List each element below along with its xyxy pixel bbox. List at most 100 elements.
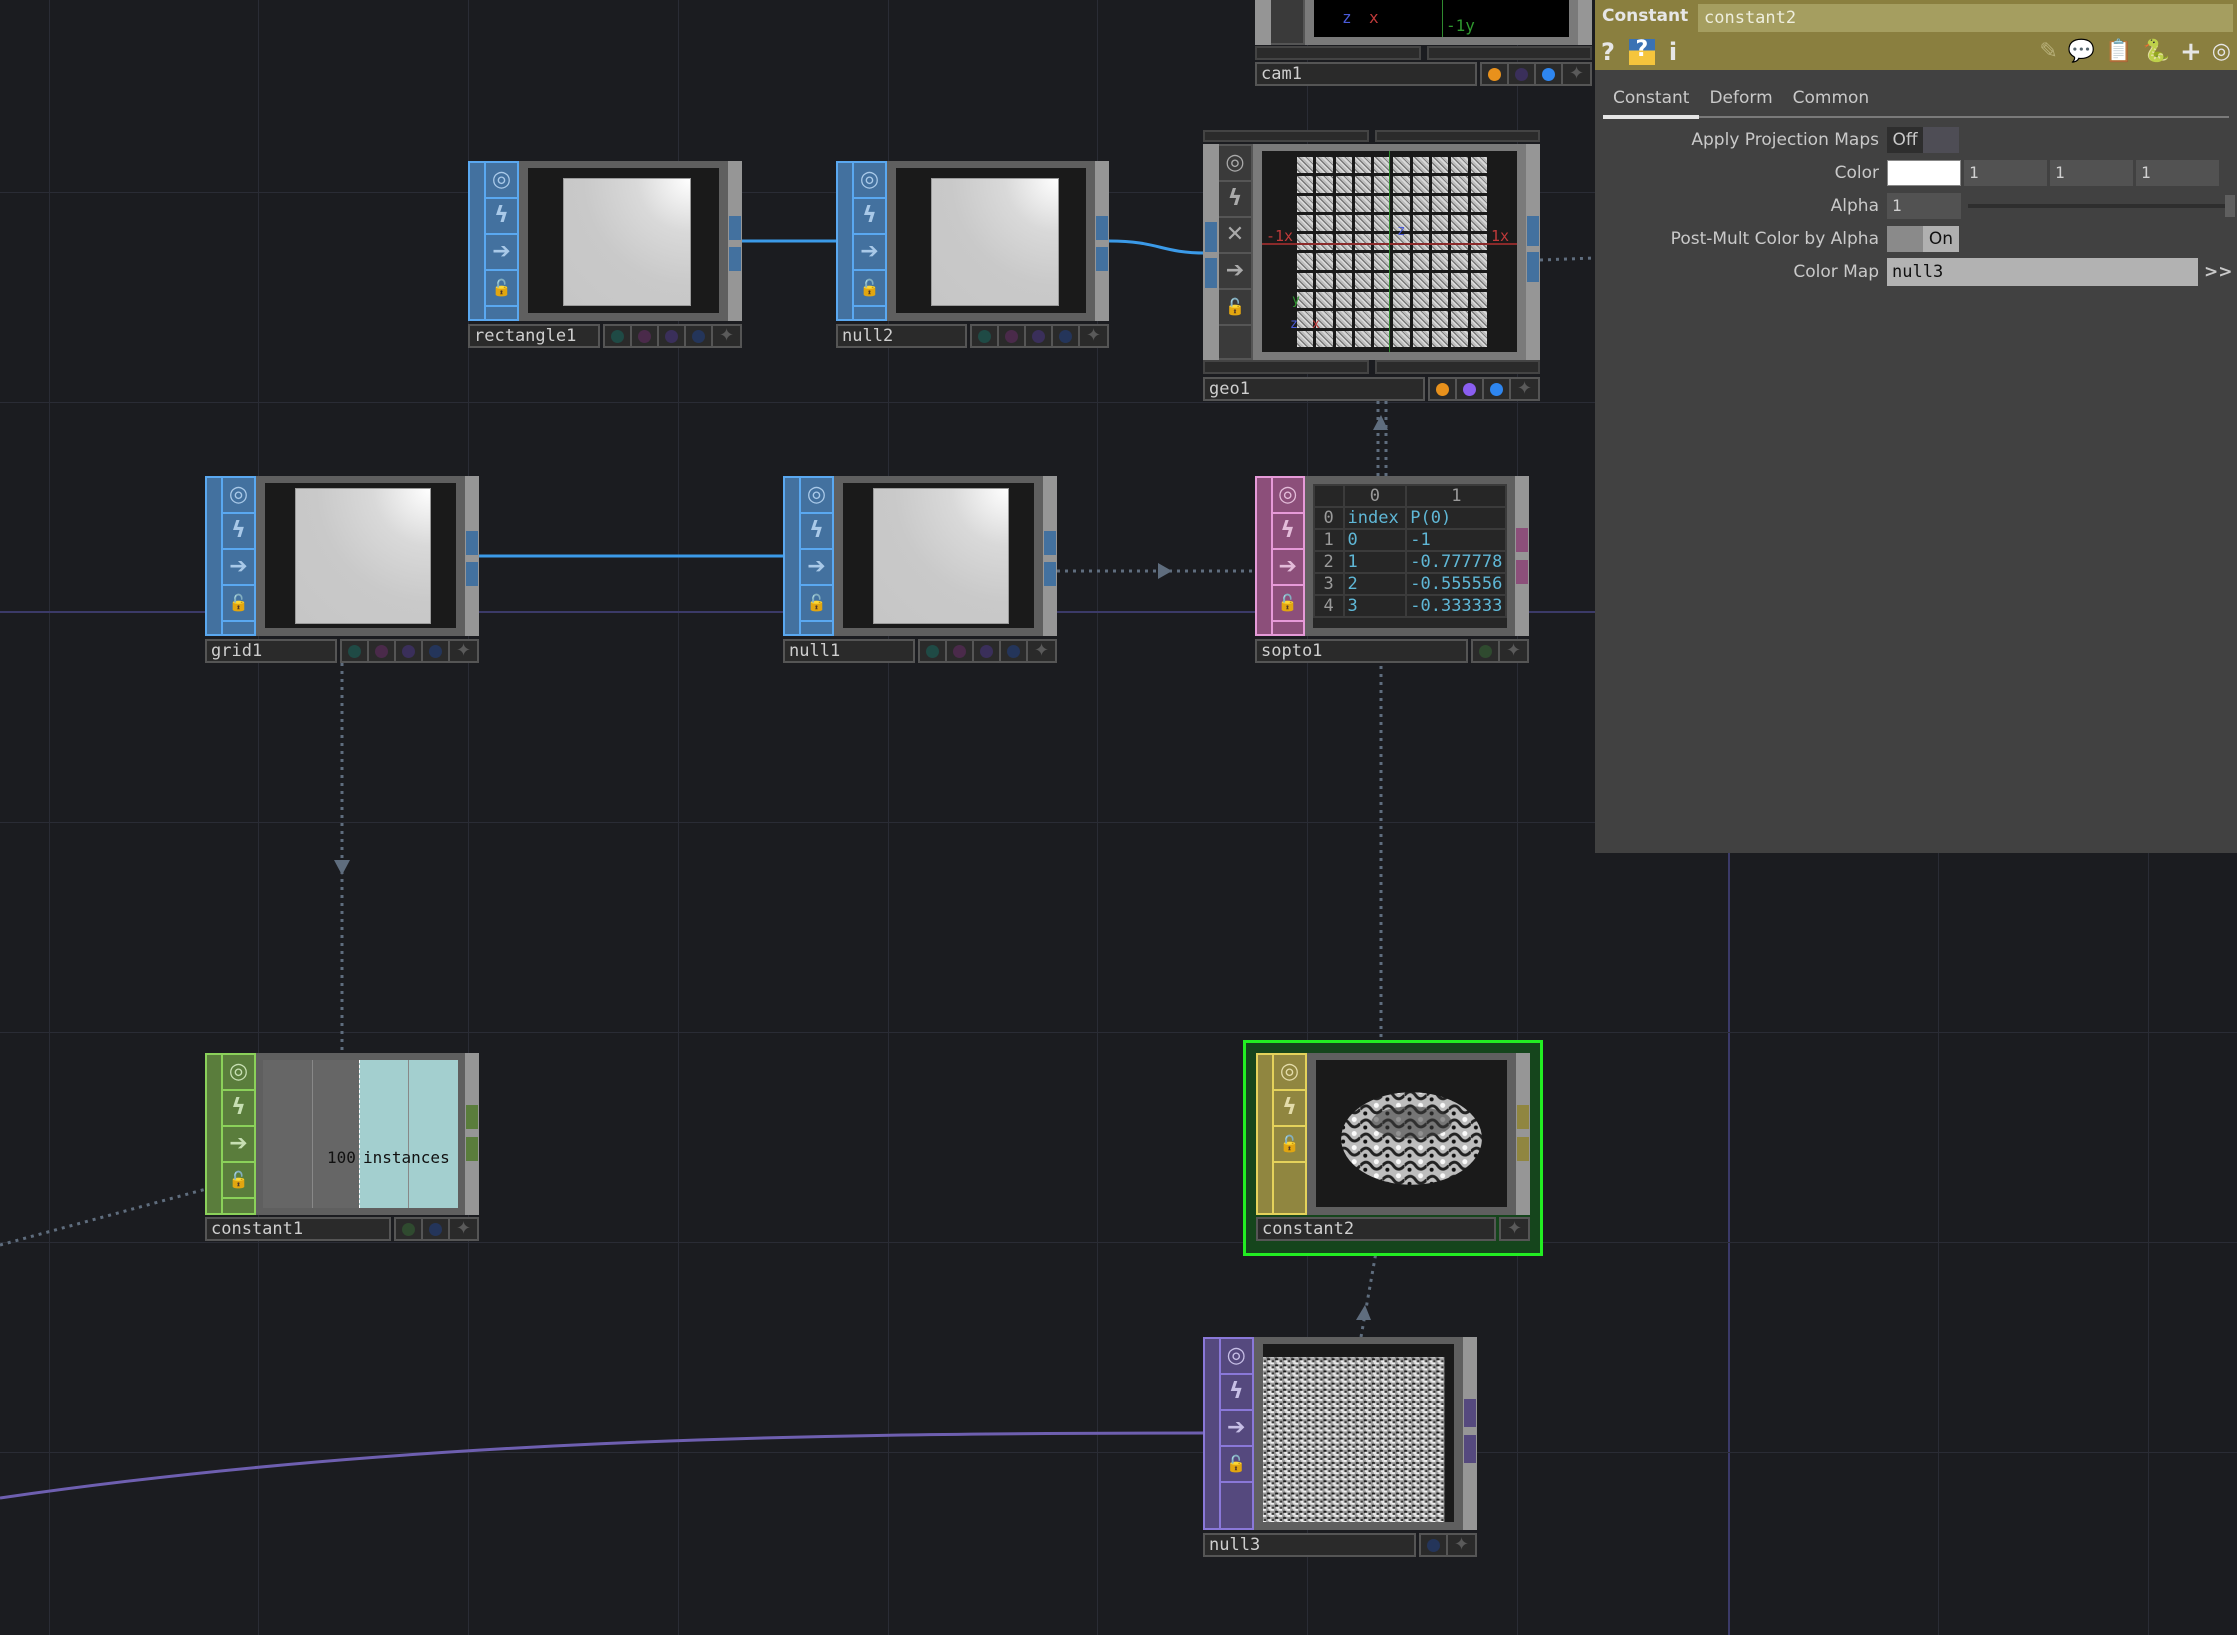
flag-display[interactable]: [1053, 326, 1080, 346]
add-icon[interactable]: +: [2180, 39, 2202, 65]
flag-display[interactable]: [1421, 1535, 1448, 1555]
lock-icon[interactable]: 🔓: [854, 271, 885, 307]
node-null1[interactable]: ◎ ϟ ➔ 🔓 null1 ✦: [783, 476, 1057, 663]
help-icon[interactable]: ?: [1601, 40, 1615, 64]
node-viewer[interactable]: [1315, 1060, 1508, 1207]
flag-display[interactable]: [1001, 641, 1028, 661]
display-icon[interactable]: ➔: [1219, 254, 1251, 290]
lock-icon[interactable]: 🔓: [1273, 1127, 1305, 1163]
color-b-field[interactable]: 1: [2136, 160, 2219, 186]
input-connector[interactable]: [1205, 258, 1217, 288]
display-icon[interactable]: ➔: [1272, 550, 1303, 586]
viewer-toggle-icon[interactable]: ◎: [223, 1055, 254, 1091]
bypass-icon[interactable]: ϟ: [1220, 1375, 1252, 1411]
output-connector[interactable]: [1464, 1399, 1477, 1427]
bypass-icon[interactable]: ϟ: [223, 514, 254, 550]
node-viewer[interactable]: 0 1 0 index P(0) 1 0 -1 2 1 -0.777778 3 2 -0.555556…: [1312, 484, 1508, 628]
output-connector[interactable]: [466, 1105, 478, 1129]
node-viewer[interactable]: [1262, 1344, 1455, 1522]
expand-button[interactable]: >>: [2204, 262, 2233, 282]
node-viewer[interactable]: [843, 483, 1034, 628]
flag-cook[interactable]: [920, 641, 947, 661]
node-label[interactable]: rectangle1: [468, 324, 600, 348]
node-viewer[interactable]: -1y z x: [1314, 0, 1569, 37]
output-connector[interactable]: [1517, 1137, 1530, 1161]
lock-icon[interactable]: 🔓: [801, 586, 832, 622]
node-viewer[interactable]: -1x 1x z y z x: [1262, 151, 1517, 352]
python-icon[interactable]: 🐍: [2143, 41, 2170, 63]
node-viewer[interactable]: 100 instances: [263, 1060, 458, 1208]
output-connector[interactable]: [729, 247, 741, 271]
bypass-icon[interactable]: ϟ: [1272, 514, 1303, 550]
wire-null2-geo1[interactable]: [1108, 239, 1207, 255]
viewer-toggle-icon[interactable]: ◎: [1219, 146, 1251, 182]
flag-viewer[interactable]: [1473, 641, 1500, 661]
node-label[interactable]: null3: [1203, 1533, 1416, 1557]
flag-export[interactable]: [369, 641, 396, 661]
flag-display[interactable]: [686, 326, 713, 346]
viewer-toggle-icon[interactable]: ◎: [1272, 478, 1303, 514]
output-connector[interactable]: [1516, 528, 1529, 552]
flag-display[interactable]: [423, 1219, 450, 1239]
node-label[interactable]: geo1: [1203, 377, 1425, 401]
add-icon[interactable]: ✦: [1080, 326, 1107, 346]
output-connector[interactable]: [466, 531, 478, 555]
flag-export[interactable]: [947, 641, 974, 661]
node-geo1[interactable]: ◎ ϟ ✕ ➔ 🔓 -1x 1x z y z x geo1 ✦: [1203, 130, 1540, 401]
node-viewer[interactable]: [265, 483, 456, 628]
bypass-icon[interactable]: ϟ: [801, 514, 832, 550]
output-connector[interactable]: [1464, 1435, 1477, 1463]
node-null2[interactable]: ◎ ϟ ➔ 🔓 null2 ✦: [836, 161, 1109, 348]
input-connector[interactable]: [783, 476, 801, 636]
display-icon[interactable]: ➔: [223, 550, 254, 586]
node-label[interactable]: sopto1: [1255, 639, 1468, 663]
alpha-slider-handle[interactable]: [2225, 195, 2235, 217]
flag-render[interactable]: [659, 326, 686, 346]
flag-render[interactable]: [1026, 326, 1053, 346]
lock-icon[interactable]: 🔓: [223, 586, 254, 622]
lock-icon[interactable]: 🔓: [1272, 586, 1303, 622]
add-icon[interactable]: ✦: [450, 1219, 477, 1239]
viewer-toggle-icon[interactable]: ◎: [223, 478, 254, 514]
info-icon[interactable]: i: [1669, 40, 1677, 64]
color-r-field[interactable]: 1: [1964, 160, 2047, 186]
display-icon[interactable]: ➔: [1220, 1411, 1252, 1447]
output-connector[interactable]: [466, 562, 478, 586]
lock-icon[interactable]: 🔓: [223, 1163, 254, 1199]
node-label[interactable]: null2: [836, 324, 967, 348]
flag-display[interactable]: [1484, 379, 1511, 399]
target-icon[interactable]: ◎: [2212, 41, 2231, 63]
output-connector[interactable]: [1527, 252, 1539, 282]
color-g-field[interactable]: 1: [2050, 160, 2133, 186]
viewer-toggle-icon[interactable]: ◎: [854, 163, 885, 199]
viewer-toggle-icon[interactable]: ◎: [801, 478, 832, 514]
flag-render[interactable]: [1430, 379, 1457, 399]
lock-icon[interactable]: 🔓: [1220, 1447, 1252, 1483]
node-viewer[interactable]: [528, 168, 719, 313]
add-icon[interactable]: ✦: [1028, 641, 1055, 661]
alpha-slider[interactable]: [1968, 195, 2235, 217]
display-icon[interactable]: ➔: [223, 1127, 254, 1163]
wire-null3-input[interactable]: [0, 1431, 1207, 1500]
edit-icon[interactable]: ✎: [2039, 41, 2057, 63]
display-icon[interactable]: ➔: [801, 550, 832, 586]
color-swatch[interactable]: [1887, 160, 1961, 186]
flag-display[interactable]: [423, 641, 450, 661]
bypass-icon[interactable]: ϟ: [1273, 1091, 1305, 1127]
node-constant1[interactable]: ◎ ϟ ➔ 🔓 100 instances constant1 ✦: [205, 1053, 479, 1241]
display-icon[interactable]: ➔: [854, 235, 885, 271]
output-connector[interactable]: [1516, 560, 1529, 584]
flag-render[interactable]: [1482, 64, 1509, 84]
output-connector[interactable]: [1517, 1105, 1530, 1129]
flag-export[interactable]: [999, 326, 1026, 346]
node-label[interactable]: grid1: [205, 639, 337, 663]
flag-render[interactable]: [396, 641, 423, 661]
bypass-icon[interactable]: ϟ: [854, 199, 885, 235]
parameter-panel[interactable]: Constant constant2 ? ? i ✎ 💬 📋 🐍 + ◎ Con…: [1595, 0, 2237, 853]
input-connector[interactable]: [1255, 476, 1273, 636]
node-cam1[interactable]: -1y z x cam1 ✦: [1255, 0, 1592, 86]
output-connector[interactable]: [1527, 216, 1539, 246]
node-label[interactable]: null1: [783, 639, 915, 663]
add-icon[interactable]: ✦: [450, 641, 477, 661]
output-connector[interactable]: [1096, 247, 1108, 271]
